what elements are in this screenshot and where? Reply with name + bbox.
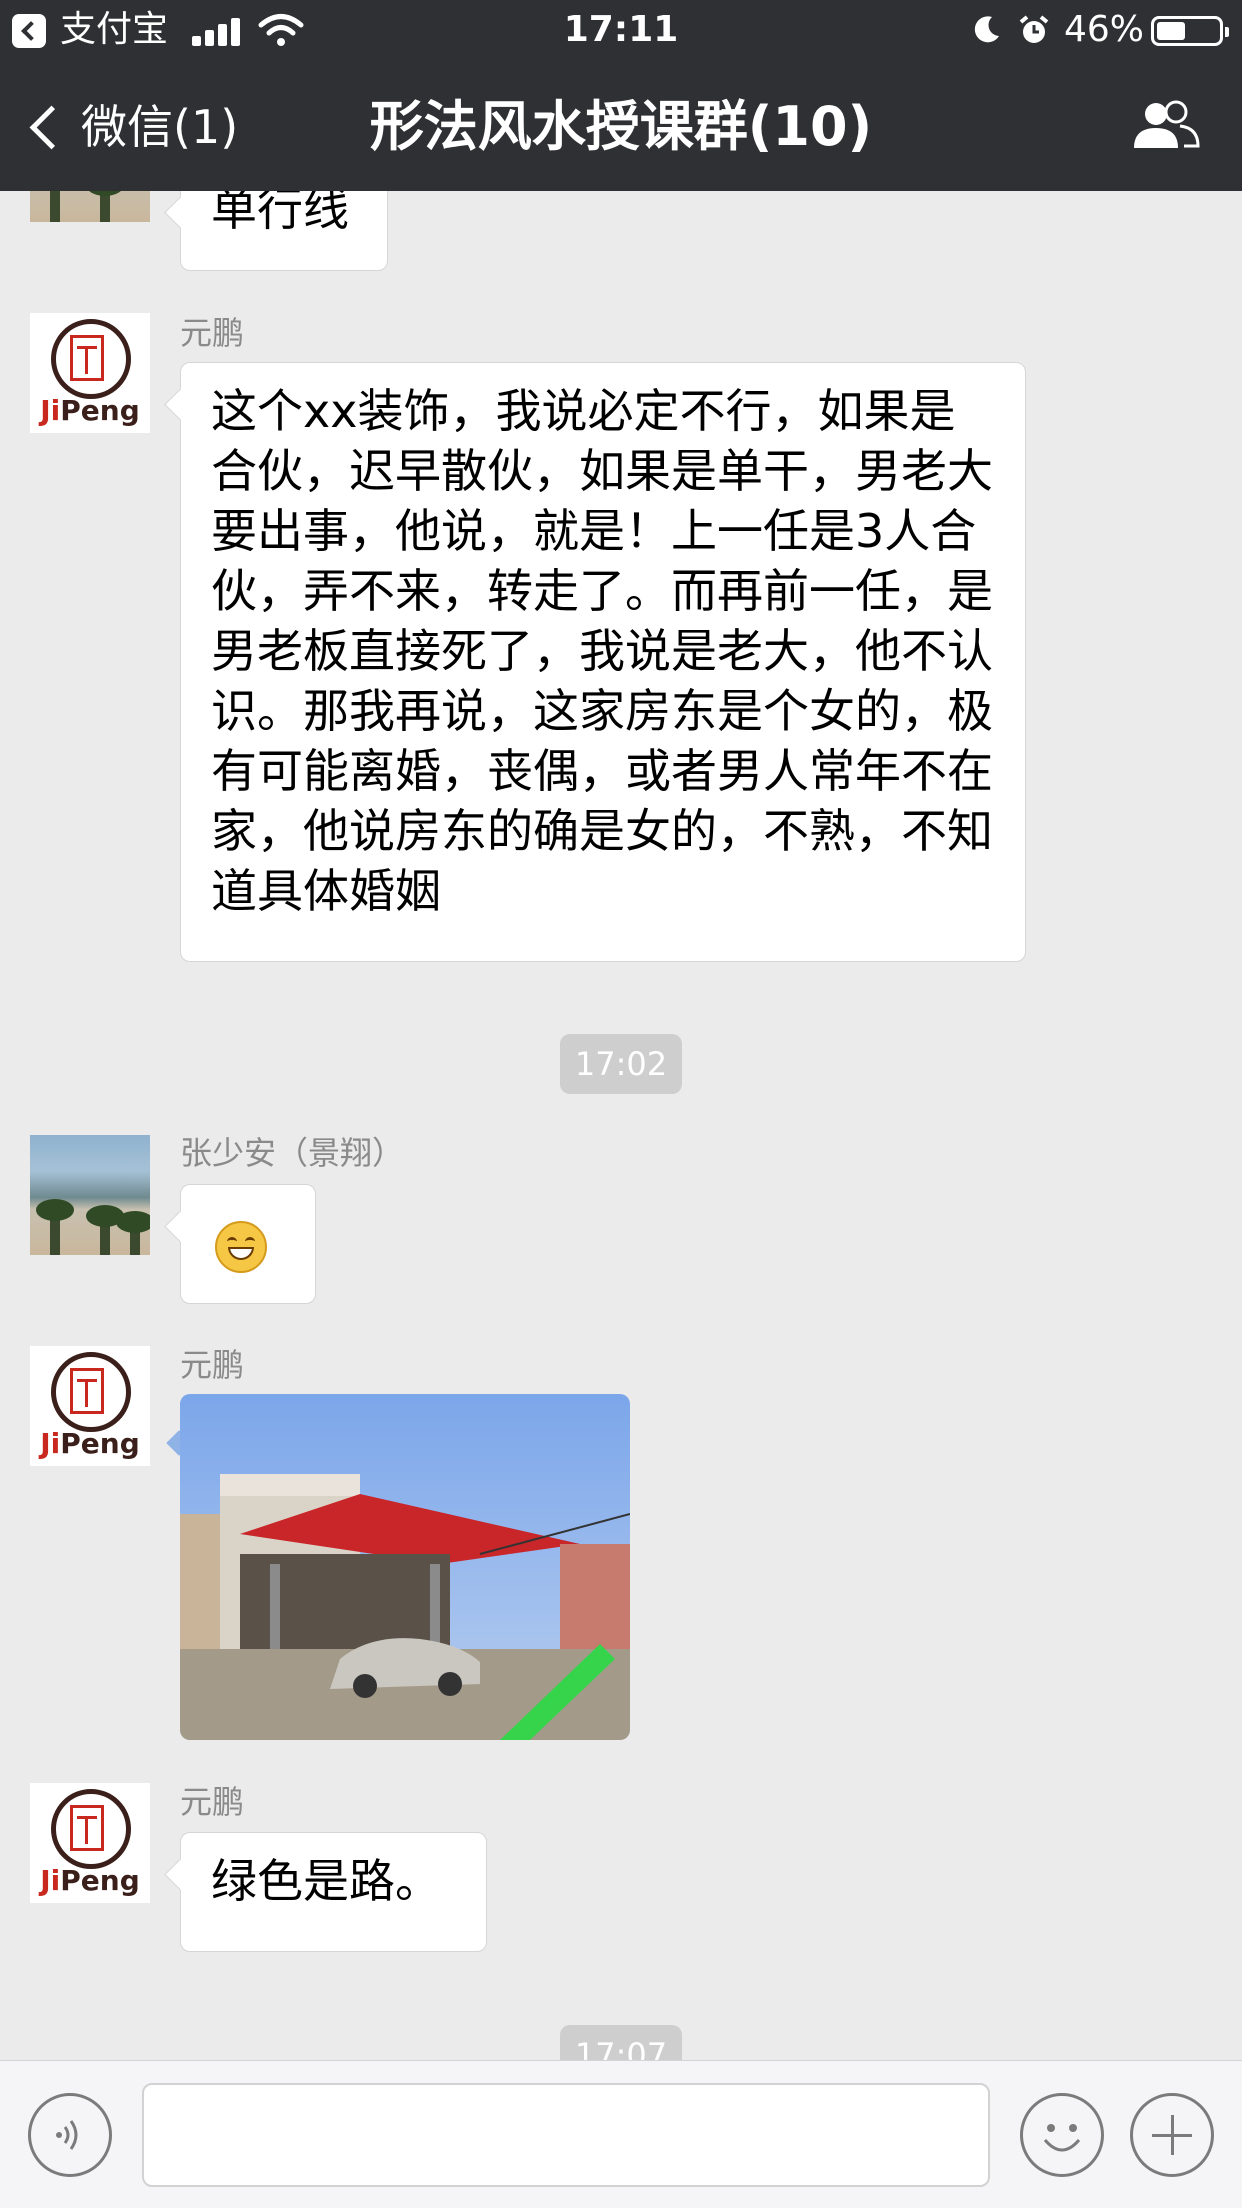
message-text: 这个xx装饰，我说必定不行，如果是合伙，迟早散伙，如果是单干，男老大要出事，他说… [211,384,993,918]
emoji-button[interactable] [1020,2093,1104,2177]
message-bubble[interactable]: 这个xx装饰，我说必定不行，如果是合伙，迟早散伙，如果是单干，男老大要出事，他说… [180,362,1026,962]
do-not-disturb-icon [974,16,999,43]
chat-input-bar [0,2060,1242,2208]
status-time: 17:11 [563,9,679,50]
street-photo [180,1394,630,1740]
sender-name: 元鹏 [180,314,245,352]
battery-percent: 46% [1064,9,1145,50]
message-input[interactable] [142,2083,990,2187]
top-bar: 支付宝 17:11 46% 微信(1) 形法风水授课群(10) [0,0,1242,191]
alarm-icon [1019,15,1049,43]
timestamp: 17:02 [560,1034,682,1094]
message-bubble[interactable]: 绿色是路。 [180,1832,487,1952]
more-actions-button[interactable] [1130,2093,1214,2177]
battery-fill [1157,22,1185,40]
sender-name: 元鹏 [180,1346,245,1384]
sender-avatar[interactable]: JiPeng [30,1783,150,1903]
smiley-icon [1043,2124,1081,2152]
voice-icon [56,2120,78,2150]
image-message[interactable] [180,1394,630,1740]
sender-avatar[interactable] [30,1135,150,1255]
grin-emoji-icon [215,1221,267,1273]
message-text: 绿色是路。 [211,1854,441,1908]
message-bubble[interactable] [180,1184,316,1304]
sender-name: 元鹏 [180,1783,245,1821]
sender-avatar[interactable]: JiPeng [30,313,150,433]
sender-avatar[interactable]: JiPeng [30,1346,150,1466]
voice-input-button[interactable] [28,2093,112,2177]
chat-title: 形法风水授课群(10) [369,95,873,158]
group-members-icon[interactable] [1130,96,1202,156]
sender-name: 张少安（景翔） [180,1134,405,1172]
battery-icon [1151,16,1229,46]
status-bar: 支付宝 17:11 46% [0,0,1242,62]
